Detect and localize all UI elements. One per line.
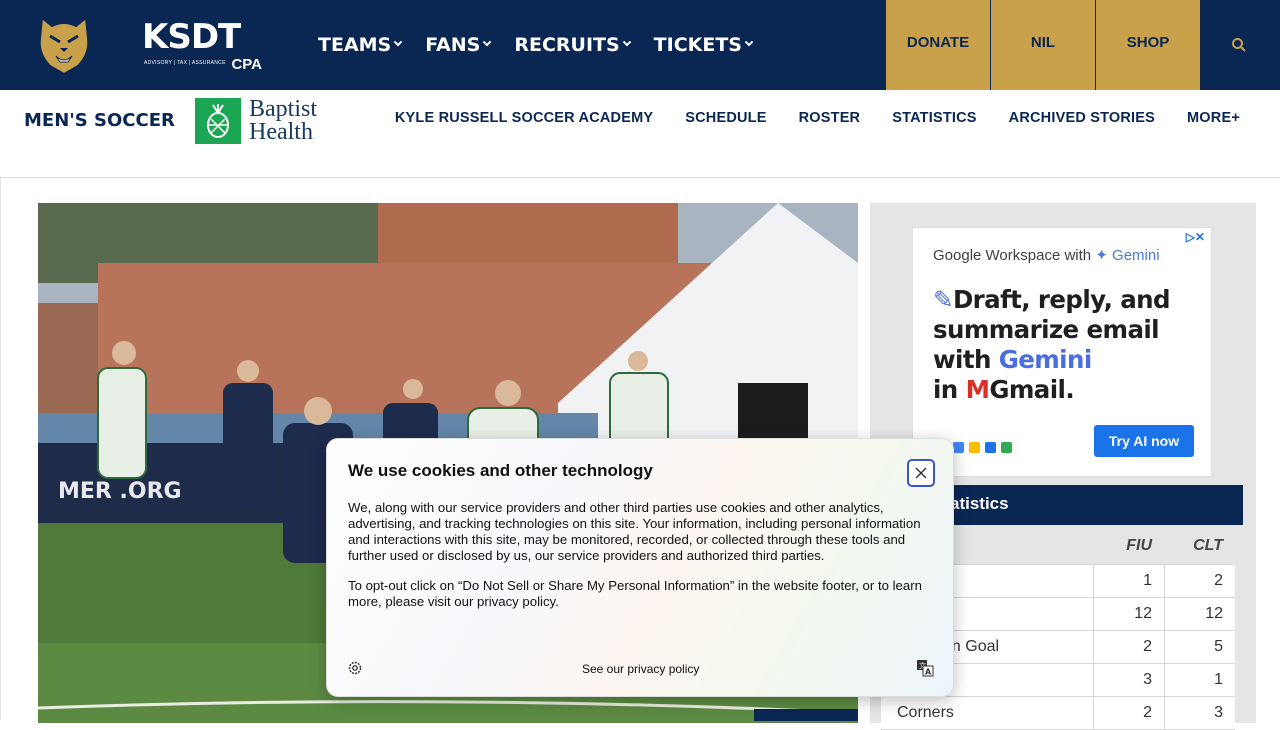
subnav-more[interactable]: MORE+ [1187, 110, 1240, 126]
stat-label: Corners [897, 704, 954, 721]
translate-icon[interactable]: 文A [916, 659, 934, 677]
ksdt-sponsor-logo[interactable]: KSDT ADVISORY | TAX | ASSURANCE CPA [142, 17, 264, 73]
subnav-archived-stories[interactable]: ARCHIVED STORIES [1009, 110, 1155, 126]
sport-nav: KYLE RUSSELL SOCCER ACADEMY SCHEDULE ROS… [363, 110, 1240, 126]
stat-value-clt: 12 [1164, 598, 1235, 630]
workspace-apps-icons [953, 442, 1012, 453]
cookie-consent-dialog: We use cookies and other technology We, … [326, 438, 954, 697]
sponsor-name-line2: Health [249, 119, 313, 145]
subnav-academy[interactable]: KYLE RUSSELL SOCCER ACADEMY [395, 110, 653, 126]
gmail-icon: M [965, 375, 990, 404]
stat-value-clt: 1 [1164, 664, 1235, 696]
chevron-down-icon [483, 37, 492, 47]
nil-button[interactable]: NIL [990, 0, 1095, 90]
sponsor-logo-text: KSDT [142, 17, 241, 57]
docs-icon [985, 442, 996, 453]
nav-tickets[interactable]: TICKETS [653, 34, 754, 56]
stat-value-clt: 5 [1164, 631, 1235, 663]
sponsor-logo-suffix: CPA [231, 56, 262, 73]
advertisement[interactable]: ▷✕ Google Workspace with ✦ Gemini ✎Draft… [912, 227, 1212, 477]
search-icon[interactable] [1230, 36, 1248, 54]
nav-teams[interactable]: TEAMS [318, 34, 403, 56]
baptist-health-logo[interactable]: Baptist Health [195, 96, 318, 145]
meet-icon [1001, 442, 1012, 453]
cookie-body: We, along with our service providers and… [348, 500, 923, 624]
ad-headline-gemini: Gemini [998, 345, 1093, 374]
utility-buttons: DONATE NIL SHOP [885, 0, 1200, 90]
sport-subheader: MEN'S SOCCER Baptist Health KYLE RUSSELL… [0, 90, 1280, 178]
top-header: KSDT ADVISORY | TAX | ASSURANCE CPA TEAM… [0, 0, 1280, 90]
ad-headline-gmail: Gmail. [989, 375, 1075, 404]
stat-value-fiu: 2 [1093, 631, 1164, 663]
nav-fans[interactable]: FANS [425, 34, 492, 56]
nav-label: FANS [425, 34, 481, 56]
svg-text:A: A [925, 668, 932, 677]
pineapple-icon [195, 98, 241, 144]
chevron-down-icon [394, 37, 403, 47]
cookie-paragraph: To opt-out click on “Do Not Sell or Shar… [348, 578, 922, 609]
chevron-down-icon [622, 37, 631, 47]
cookie-title: We use cookies and other technology [348, 461, 653, 480]
stat-value-fiu: 1 [1093, 565, 1164, 597]
ad-cta-button[interactable]: Try AI now [1094, 425, 1194, 457]
table-row: Corners 2 3 [881, 697, 1235, 730]
ad-brand: Google Workspace with ✦ Gemini [933, 246, 1160, 264]
team-header-fiu: FIU [1126, 536, 1152, 554]
gear-icon[interactable] [347, 660, 363, 676]
subnav-schedule[interactable]: SCHEDULE [685, 110, 766, 126]
ad-headline: ✎Draft, reply, and summarize email with … [933, 285, 1203, 405]
privacy-policy-link[interactable]: See our privacy policy [582, 662, 699, 676]
donate-button[interactable]: DONATE [885, 0, 990, 90]
drive-icon [969, 442, 980, 453]
nav-label: TEAMS [318, 34, 392, 56]
subnav-statistics[interactable]: STATISTICS [892, 110, 976, 126]
subnav-roster[interactable]: ROSTER [799, 110, 861, 126]
panther-logo-icon[interactable] [36, 14, 92, 76]
pencil-sparkle-icon: ✎ [933, 285, 954, 314]
main-nav: TEAMS FANS RECRUITS TICKETS [318, 0, 776, 90]
svg-text:MER .ORG: MER .ORG [58, 479, 182, 504]
cookie-paragraph: We, along with our service providers and… [348, 500, 921, 563]
sponsor-name-line1: Baptist [249, 96, 318, 122]
stat-value-fiu: 2 [1093, 697, 1164, 729]
team-header-clt: CLT [1193, 536, 1223, 554]
stat-value-fiu: 12 [1093, 598, 1164, 630]
ad-choices-icon[interactable]: ▷✕ [1186, 230, 1205, 244]
stat-value-fiu: 3 [1093, 664, 1164, 696]
sponsor-name: Baptist Health [249, 96, 318, 145]
sport-title[interactable]: MEN'S SOCCER [24, 110, 175, 131]
close-icon[interactable] [907, 459, 935, 487]
ad-brand-gemini: ✦ Gemini [1095, 247, 1160, 264]
ad-headline-part2: in [933, 375, 958, 404]
shop-button[interactable]: SHOP [1095, 0, 1200, 90]
ad-brand-text: Google Workspace with [933, 247, 1092, 264]
stat-value-clt: 2 [1164, 565, 1235, 597]
nav-label: TICKETS [653, 34, 742, 56]
calendar-icon [953, 442, 964, 453]
stat-value-clt: 3 [1164, 697, 1235, 729]
hero-caption-tab[interactable] [754, 709, 858, 721]
sponsor-logo-tagline: ADVISORY | TAX | ASSURANCE [144, 60, 226, 66]
nav-label: RECRUITS [514, 34, 620, 56]
nav-recruits[interactable]: RECRUITS [514, 34, 631, 56]
chevron-down-icon [744, 37, 754, 47]
